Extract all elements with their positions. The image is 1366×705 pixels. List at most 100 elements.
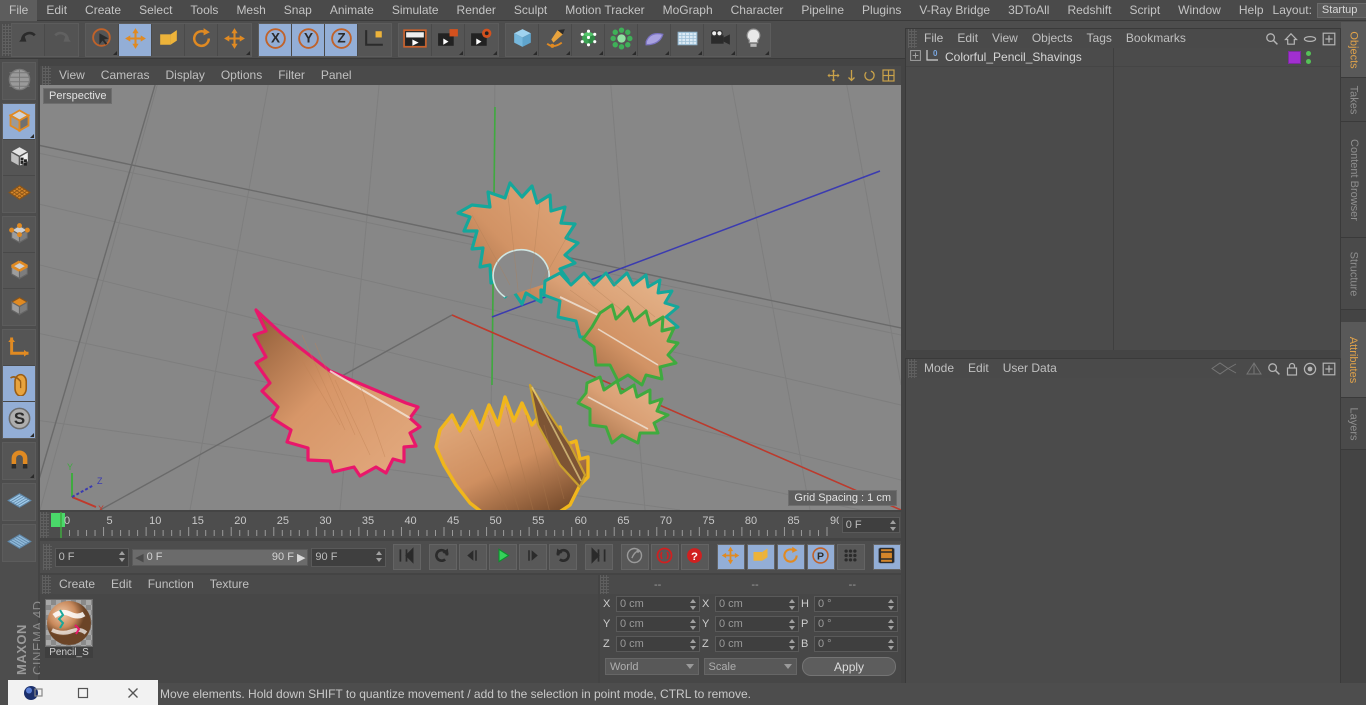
layout-dropdown[interactable]: Startup — [1316, 2, 1366, 18]
timeline-ruler[interactable]: 0 5 10 15 20 25 30 35 40 45 50 55 60 65 70 75 80 85 90 — [48, 512, 839, 538]
material-menu-texture[interactable]: Texture — [202, 575, 257, 594]
lock-icon[interactable] — [1286, 362, 1298, 376]
live-selection-button[interactable] — [86, 23, 119, 56]
material-preview[interactable] — [45, 599, 93, 647]
workplane-button[interactable] — [3, 176, 35, 212]
flyout-corner-icon[interactable] — [698, 50, 702, 55]
menu-motion-tracker[interactable]: Motion Tracker — [556, 0, 653, 21]
cinema4d-icon[interactable] — [8, 680, 58, 705]
rotation-h-field[interactable]: 0 ° — [814, 596, 898, 612]
timeline-frame-field[interactable]: 0 F — [841, 517, 900, 533]
render-region-button[interactable] — [432, 23, 465, 56]
y-axis-button[interactable]: Y — [292, 23, 325, 56]
viewport-menu-cameras[interactable]: Cameras — [93, 66, 158, 85]
keyframe-help-button[interactable]: ? — [680, 544, 709, 570]
plus-box-icon[interactable] — [1322, 362, 1336, 376]
key-scale-button[interactable] — [746, 544, 775, 570]
move-axis-button[interactable] — [218, 23, 251, 56]
size-z-field[interactable]: 0 cm — [715, 636, 799, 652]
position-x-field[interactable]: 0 cm — [616, 596, 700, 612]
menu-create[interactable]: Create — [76, 0, 130, 21]
object-menu-view[interactable]: View — [985, 29, 1025, 48]
menu-file[interactable]: File — [0, 0, 38, 21]
menu-script[interactable]: Script — [1120, 0, 1169, 21]
apply-button[interactable]: Apply — [802, 657, 896, 676]
z-axis-button[interactable]: Z — [325, 23, 358, 56]
object-menu-bookmarks[interactable]: Bookmarks — [1119, 29, 1193, 48]
layer-badge[interactable]: 0 — [925, 49, 941, 66]
expand-toggle-icon[interactable] — [910, 50, 921, 64]
material-menu-create[interactable]: Create — [51, 575, 103, 594]
spinner-icon[interactable] — [375, 550, 383, 562]
menu-animate[interactable]: Animate — [321, 0, 383, 21]
rotation-p-field[interactable]: 0 ° — [814, 616, 898, 632]
material-menu-function[interactable]: Function — [140, 575, 202, 594]
spinner-icon[interactable] — [888, 599, 895, 610]
key-param-button[interactable]: P — [806, 544, 835, 570]
menu-redshift[interactable]: Redshift — [1058, 0, 1120, 21]
attribute-menu-user-data[interactable]: User Data — [996, 359, 1064, 378]
render-view-button[interactable] — [399, 23, 432, 56]
attribute-grip[interactable] — [908, 359, 917, 378]
scale-snap-button[interactable]: S — [3, 402, 35, 438]
magnet-button[interactable] — [3, 443, 35, 479]
menu-sculpt[interactable]: Sculpt — [505, 0, 556, 21]
material-grip[interactable] — [42, 575, 51, 594]
world-coord-button[interactable] — [358, 23, 391, 56]
search-icon[interactable] — [1267, 362, 1281, 376]
transform-mode-dropdown[interactable]: Scale — [703, 658, 798, 675]
toolbar-grip[interactable] — [2, 23, 11, 56]
x-axis-button[interactable]: X — [259, 23, 292, 56]
animation-grip[interactable] — [43, 544, 52, 570]
home-icon[interactable] — [1284, 32, 1298, 46]
menu-snap[interactable]: Snap — [275, 0, 321, 21]
range-end-arrow[interactable]: ▶ — [297, 551, 305, 564]
size-y-field[interactable]: 0 cm — [715, 616, 799, 632]
flyout-corner-icon[interactable] — [30, 433, 34, 437]
menu-edit[interactable]: Edit — [37, 0, 76, 21]
menu-help[interactable]: Help — [1230, 0, 1273, 21]
visibility-dots[interactable] — [1306, 50, 1311, 64]
generator-button[interactable] — [572, 23, 605, 56]
timeline-grip[interactable] — [40, 512, 49, 538]
make-editable-button[interactable] — [3, 63, 35, 99]
spinner-icon[interactable] — [789, 619, 796, 630]
key-position-button[interactable] — [716, 544, 745, 570]
autokey-button[interactable] — [650, 544, 679, 570]
spinner-icon[interactable] — [789, 639, 796, 650]
scene-object-button[interactable] — [638, 23, 671, 56]
object-row[interactable]: 0 Colorful_Pencil_Shavings — [906, 48, 1340, 67]
flyout-corner-icon[interactable] — [599, 50, 603, 55]
end-frame-field[interactable]: 90 F — [311, 547, 386, 567]
viewport-menu-display[interactable]: Display — [157, 66, 212, 85]
flyout-corner-icon[interactable] — [566, 50, 570, 55]
menu-mesh[interactable]: Mesh — [227, 0, 274, 21]
undo-button[interactable] — [12, 23, 45, 56]
spinner-icon[interactable] — [690, 619, 697, 630]
menu-3dtoall[interactable]: 3DToAll — [999, 0, 1058, 21]
object-tree[interactable]: 0 Colorful_Pencil_Shavings — [906, 48, 1340, 350]
zoom-icon[interactable] — [846, 69, 857, 82]
menu-simulate[interactable]: Simulate — [383, 0, 448, 21]
viewport-menu-filter[interactable]: Filter — [270, 66, 313, 85]
rotate-view-icon[interactable] — [863, 69, 876, 82]
size-x-field[interactable]: 0 cm — [715, 596, 799, 612]
previous-key-button[interactable] — [428, 544, 457, 570]
rotate-button[interactable] — [185, 23, 218, 56]
scale-button[interactable] — [152, 23, 185, 56]
current-frame-field[interactable]: 0 F — [54, 547, 130, 567]
search-icon[interactable] — [1265, 32, 1279, 46]
vertical-tab-layers[interactable]: Layers — [1341, 398, 1366, 450]
vertical-tab-takes[interactable]: Takes — [1341, 78, 1366, 122]
cube-primitive-button[interactable] — [506, 23, 539, 56]
model-mode-button[interactable] — [3, 104, 35, 140]
material-item[interactable]: Pencil_S — [45, 599, 93, 658]
material-list[interactable]: Pencil_S — [40, 594, 598, 663]
axis-mode-button[interactable] — [3, 330, 35, 366]
step-back-button[interactable] — [458, 544, 487, 570]
attribute-content[interactable] — [906, 378, 1340, 683]
attribute-menu-mode[interactable]: Mode — [917, 359, 961, 378]
spinner-icon[interactable] — [789, 599, 796, 610]
record-key-button[interactable] — [620, 544, 649, 570]
menu-tools[interactable]: Tools — [181, 0, 227, 21]
